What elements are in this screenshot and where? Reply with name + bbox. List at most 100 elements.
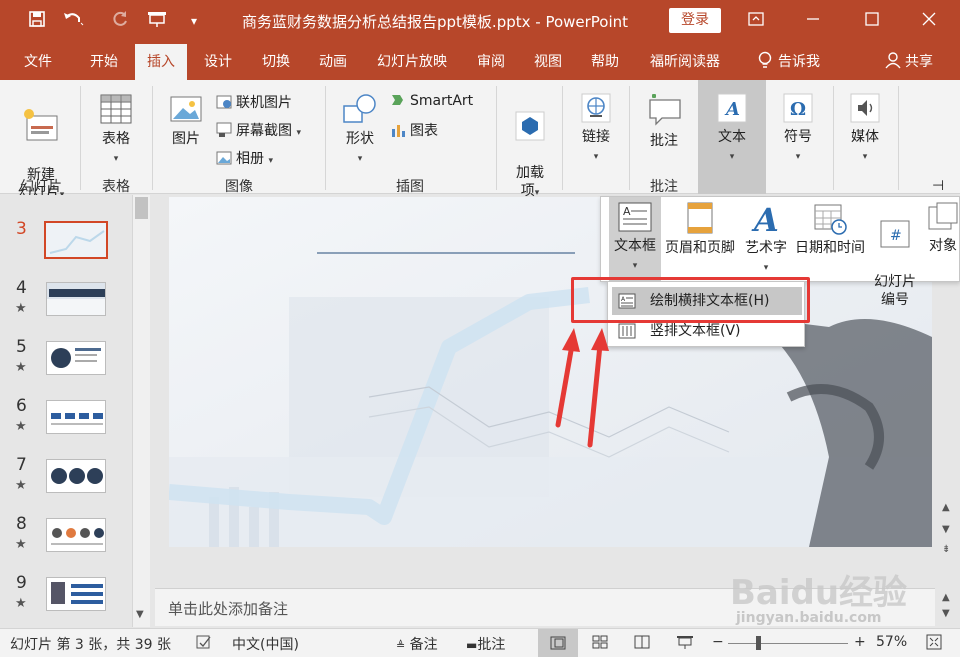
- album-button[interactable]: 相册 ▾: [216, 148, 273, 168]
- link-button[interactable]: 链接 ▾: [570, 92, 622, 166]
- wordart-icon: A: [751, 201, 779, 235]
- comment-bubble-icon: ▬: [466, 638, 478, 652]
- tell-me-button[interactable]: 告诉我: [746, 44, 832, 80]
- slides-scrollbar[interactable]: ▼: [132, 195, 150, 627]
- smartart-icon: [392, 95, 403, 105]
- screenshot-label: 屏幕截图: [236, 123, 292, 139]
- zoom-slider-thumb[interactable]: [756, 636, 761, 650]
- tab-home[interactable]: 开始: [74, 44, 134, 80]
- scroll-down-icon[interactable]: ▼: [136, 609, 144, 620]
- chart-button[interactable]: 图表: [390, 120, 438, 140]
- picture-button[interactable]: 图片: [160, 92, 212, 148]
- link-label: 链接: [582, 129, 610, 145]
- notes-scrollbar[interactable]: ▲ ▼: [938, 590, 960, 626]
- slide-number-button[interactable]: # 幻灯片 编号: [869, 201, 921, 309]
- tab-view[interactable]: 视图: [524, 44, 572, 80]
- ribbon-tabs: 文件 开始 插入 设计 切换 动画 幻灯片放映 审阅 视图 帮助 福昕阅读器 告…: [0, 44, 960, 80]
- svg-text:A: A: [724, 99, 740, 120]
- symbols-label: 符号: [784, 129, 812, 145]
- scroll-up-icon[interactable]: ▲: [942, 502, 950, 513]
- slide-number: 5: [16, 337, 27, 357]
- notes-placeholder: 单击此处添加备注: [168, 600, 289, 618]
- tab-design[interactable]: 设计: [194, 44, 242, 80]
- slide-thumbnail-9[interactable]: [46, 577, 106, 611]
- screenshot-button[interactable]: 屏幕截图 ▾: [216, 120, 301, 140]
- tab-insert[interactable]: 插入: [135, 44, 187, 80]
- undo-icon[interactable]: [62, 10, 84, 32]
- textbox-button[interactable]: A 文本框 ▾: [609, 201, 661, 275]
- notes-toggle-button[interactable]: ≜ 备注: [396, 634, 438, 654]
- pin-ribbon-icon[interactable]: ⊣: [932, 178, 944, 194]
- slide-thumbnail-8[interactable]: [46, 518, 106, 552]
- comment-button[interactable]: 批注: [636, 92, 692, 150]
- vertical-textbox-icon: [618, 323, 636, 339]
- zoom-level[interactable]: 57%: [876, 634, 907, 650]
- reading-view-button[interactable]: [634, 634, 650, 654]
- scroll-down-icon[interactable]: ▼: [942, 608, 950, 619]
- slide-info: 幻灯片 第 3 张，共 39 张: [10, 637, 171, 653]
- chevron-down-icon: ▾: [632, 261, 638, 271]
- date-time-button[interactable]: 日期和时间: [791, 201, 869, 257]
- spellcheck-icon[interactable]: [196, 634, 212, 654]
- shapes-label: 形状: [346, 131, 374, 147]
- ribbon-display-icon[interactable]: [741, 7, 771, 35]
- slide-thumbnail-3[interactable]: [44, 221, 108, 259]
- document-title: 商务蓝财务数据分析总结报告ppt模板.pptx - PowerPoint: [242, 13, 629, 31]
- comments-toggle-button[interactable]: ▬批注: [466, 634, 505, 654]
- zoom-out-icon[interactable]: −: [712, 634, 724, 650]
- tab-file[interactable]: 文件: [8, 44, 68, 80]
- animation-star-icon: ★: [15, 596, 27, 611]
- slide-thumbnail-4[interactable]: [46, 282, 106, 316]
- tab-slideshow[interactable]: 幻灯片放映: [370, 44, 454, 80]
- symbols-button[interactable]: Ω 符号 ▾: [772, 92, 824, 166]
- save-icon[interactable]: [26, 10, 48, 32]
- header-footer-button[interactable]: 页眉和页脚: [659, 201, 741, 257]
- svg-text:A: A: [751, 201, 779, 235]
- slide-thumbnail-7[interactable]: [46, 459, 106, 493]
- canvas-scrollbar[interactable]: ▲ ▼ ⇟: [938, 500, 960, 562]
- language-indicator[interactable]: 中文(中国): [232, 634, 299, 654]
- date-time-label: 日期和时间: [795, 240, 865, 256]
- text-button[interactable]: A 文本 ▾: [700, 92, 764, 166]
- tell-me-label: 告诉我: [778, 54, 820, 70]
- tab-foxit[interactable]: 福昕阅读器: [640, 44, 730, 80]
- smartart-button[interactable]: SmartArt: [390, 92, 473, 109]
- addins-button[interactable]: 加载 项▾: [505, 92, 555, 202]
- redo-icon[interactable]: [109, 10, 131, 32]
- symbols-icon: Ω: [783, 93, 813, 123]
- slideshow-button[interactable]: [676, 634, 694, 654]
- fit-slide-icon[interactable]: [926, 634, 942, 654]
- normal-view-button[interactable]: [538, 629, 578, 657]
- slide-thumbnail-5[interactable]: [46, 341, 106, 375]
- online-picture-label: 联机图片: [236, 95, 292, 111]
- addins-icon: [515, 111, 545, 141]
- login-button[interactable]: 登录: [669, 8, 721, 33]
- group-separator: [152, 86, 153, 190]
- maximize-icon[interactable]: [857, 7, 887, 35]
- present-icon[interactable]: [146, 10, 168, 32]
- minimize-icon[interactable]: [798, 7, 828, 35]
- share-button[interactable]: 共享: [877, 44, 941, 80]
- media-button[interactable]: 媒体 ▾: [840, 92, 890, 166]
- wordart-button[interactable]: A 艺术字 ▾: [741, 201, 791, 277]
- close-icon[interactable]: [914, 7, 944, 35]
- scrollbar-thumb[interactable]: [135, 197, 148, 219]
- zoom-slider[interactable]: [728, 643, 848, 644]
- object-button[interactable]: 对象: [923, 201, 960, 255]
- tab-transitions[interactable]: 切换: [252, 44, 300, 80]
- shapes-button[interactable]: 形状 ▾: [334, 92, 386, 168]
- tab-help[interactable]: 帮助: [581, 44, 629, 80]
- scroll-up-icon[interactable]: ▲: [942, 592, 950, 603]
- tab-animations[interactable]: 动画: [309, 44, 357, 80]
- slide-thumbnail-6[interactable]: [46, 400, 106, 434]
- tab-review[interactable]: 审阅: [467, 44, 515, 80]
- slide-sorter-button[interactable]: [592, 634, 608, 654]
- slide-sorter-icon: [592, 635, 608, 649]
- scroll-down-icon[interactable]: ▼: [942, 524, 950, 535]
- table-icon: [100, 94, 132, 124]
- online-picture-button[interactable]: 联机图片: [216, 92, 292, 112]
- table-button[interactable]: 表格 ▾: [88, 92, 144, 168]
- zoom-in-icon[interactable]: +: [854, 634, 866, 650]
- customize-toolbar-icon[interactable]: ▾: [183, 10, 205, 32]
- next-slide-icon[interactable]: ⇟: [942, 544, 950, 555]
